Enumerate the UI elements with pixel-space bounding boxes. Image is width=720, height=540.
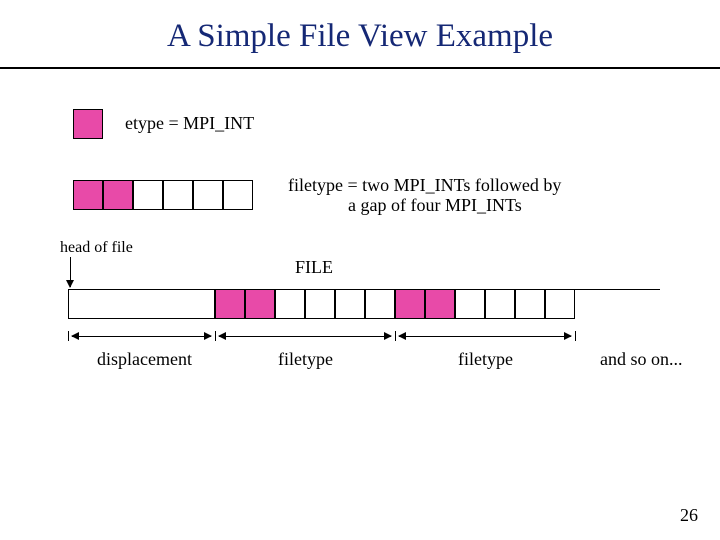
filetype-cell	[73, 180, 103, 210]
continuation-line	[575, 289, 660, 290]
head-of-file-label: head of file	[60, 239, 133, 257]
file-label: FILE	[295, 257, 333, 278]
filetype-span-label: filetype	[458, 349, 513, 370]
displacement-block	[68, 289, 215, 319]
filetype-arrow	[219, 336, 391, 337]
file-cell	[425, 289, 455, 319]
filetype-gap	[133, 180, 163, 210]
file-gap	[335, 289, 365, 319]
arrow-tick	[575, 331, 576, 341]
etype-box	[73, 109, 103, 139]
file-gap	[545, 289, 575, 319]
head-pointer	[70, 257, 71, 287]
file-gap	[485, 289, 515, 319]
displacement-arrow	[72, 336, 211, 337]
arrow-tick	[215, 331, 216, 341]
filetype-cell	[103, 180, 133, 210]
filetype-desc-line2: a gap of four MPI_INTs	[348, 195, 522, 216]
file-gap	[455, 289, 485, 319]
displacement-label: displacement	[97, 349, 192, 370]
file-gap	[365, 289, 395, 319]
filetype-gap	[223, 180, 253, 210]
diagram: etype = MPI_INT filetype = two MPI_INTs …	[0, 109, 720, 469]
filetype-span-label: filetype	[278, 349, 333, 370]
file-cell	[215, 289, 245, 319]
file-gap	[515, 289, 545, 319]
file-cell	[245, 289, 275, 319]
slide-title: A Simple File View Example	[0, 0, 720, 55]
arrow-tick	[395, 331, 396, 341]
file-gap	[275, 289, 305, 319]
page-number: 26	[680, 505, 698, 526]
arrow-tick	[68, 331, 69, 341]
etype-label: etype = MPI_INT	[125, 113, 254, 134]
filetype-desc-line1: filetype = two MPI_INTs followed by	[288, 175, 566, 196]
file-cell	[395, 289, 425, 319]
filetype-gap	[193, 180, 223, 210]
file-gap	[305, 289, 335, 319]
title-rule	[0, 67, 720, 69]
and-so-on-label: and so on...	[600, 349, 683, 370]
filetype-arrow	[399, 336, 571, 337]
filetype-gap	[163, 180, 193, 210]
